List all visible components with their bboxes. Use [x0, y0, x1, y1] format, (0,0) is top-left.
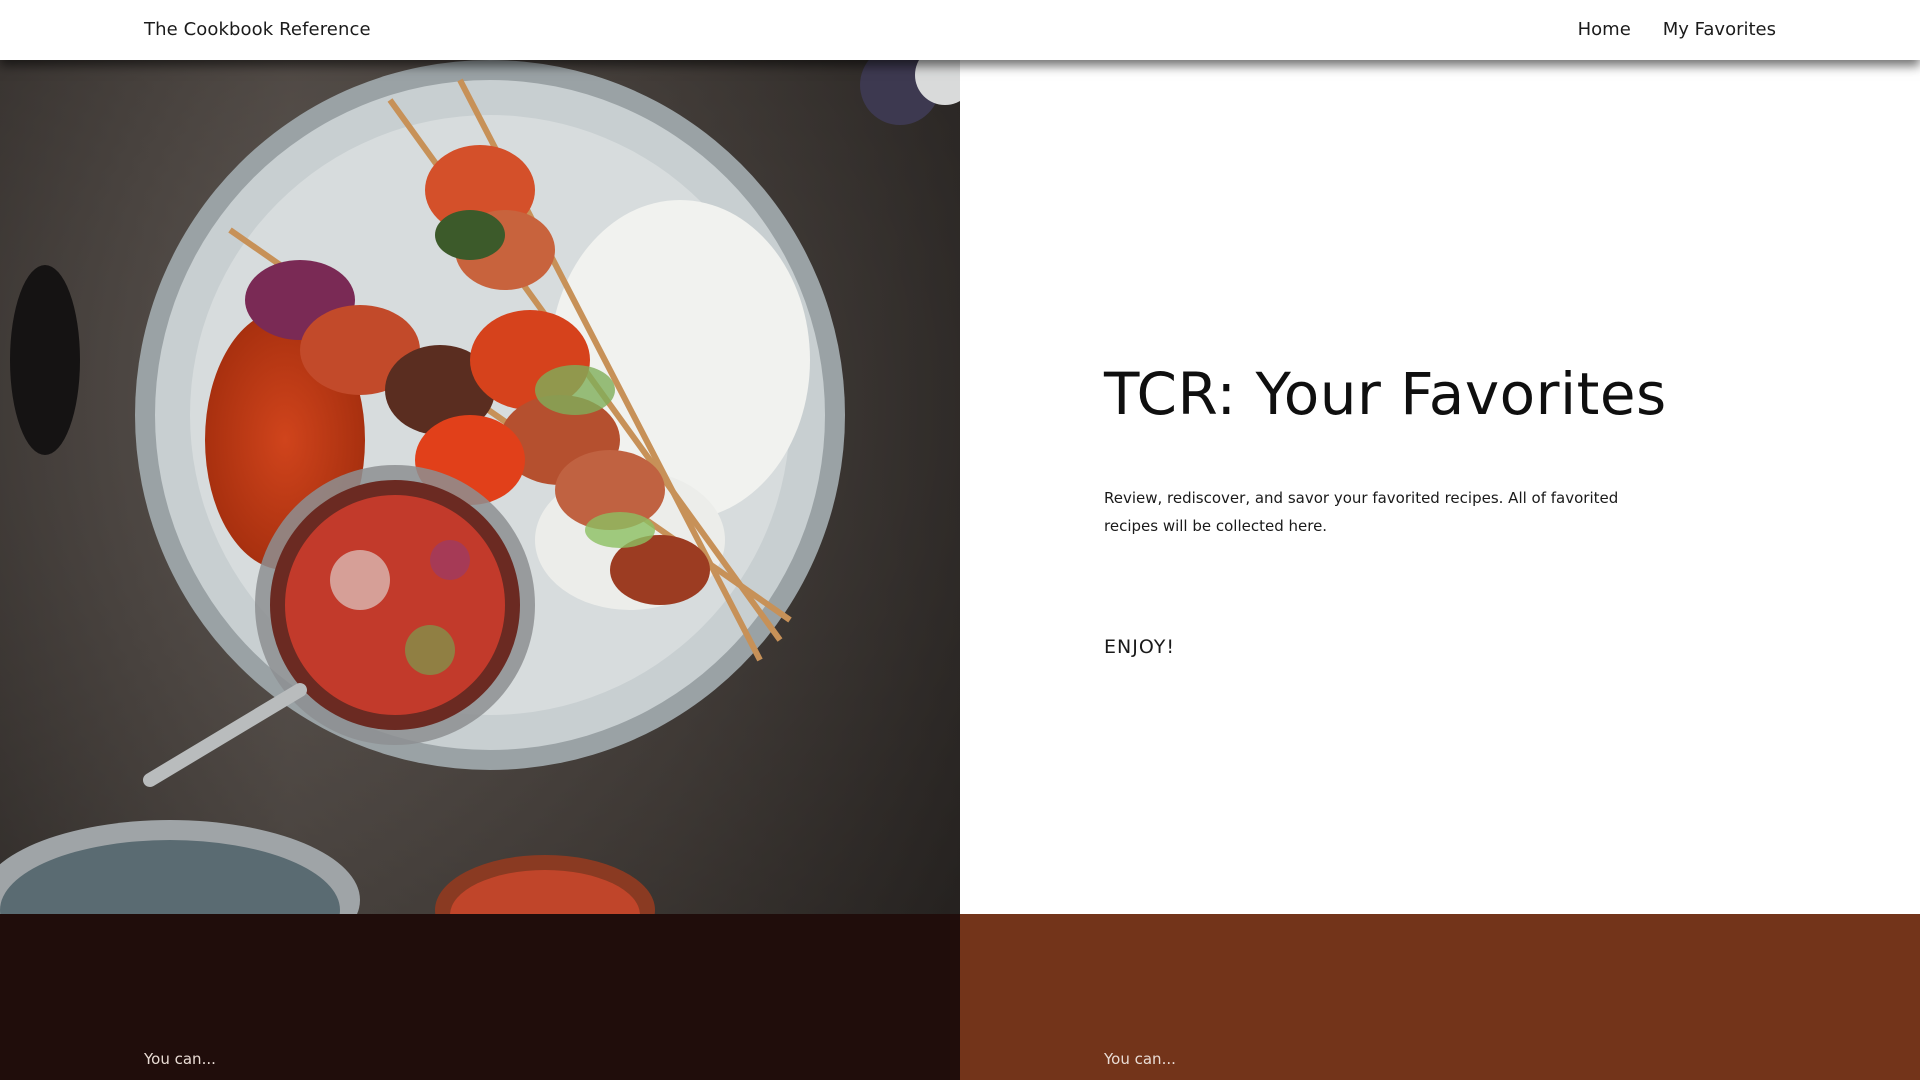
page-description: Review, rediscover, and savor your favor…: [1104, 489, 1619, 535]
top-nav-bar: The Cookbook Reference Home My Favorites: [0, 0, 1920, 60]
nav-my-favorites-link[interactable]: My Favorites: [1663, 0, 1776, 60]
main-nav: Home My Favorites: [1578, 0, 1776, 60]
page-tagline: ENJOY!: [1104, 636, 1175, 658]
hero-food-image: [0, 60, 960, 914]
feature-band-left: You can...: [0, 914, 960, 1080]
brand-link[interactable]: The Cookbook Reference: [144, 0, 371, 60]
nav-home-link[interactable]: Home: [1578, 0, 1631, 60]
band-right-label: You can...: [1104, 1050, 1176, 1068]
page-title: TCR: Your Favorites: [1104, 360, 1667, 428]
hero-text-panel: TCR: Your Favorites Review, rediscover, …: [960, 60, 1920, 914]
band-left-label: You can...: [144, 1050, 216, 1068]
feature-band-right: You can...: [960, 914, 1920, 1080]
food-photo-icon: [0, 60, 960, 914]
